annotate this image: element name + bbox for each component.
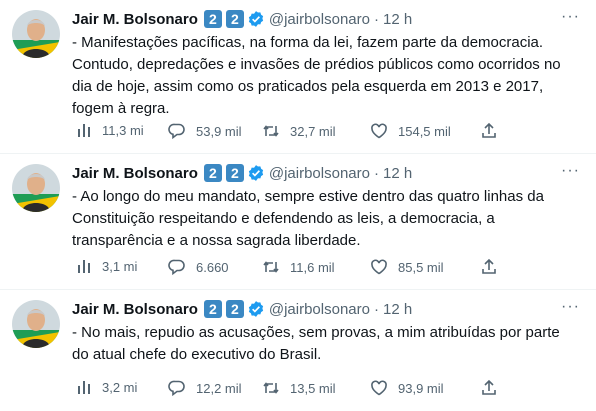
- digit-badge: 2: [225, 10, 244, 28]
- views-button[interactable]: 3,1 mi: [76, 258, 137, 274]
- author-name[interactable]: Jair M. Bolsonaro: [72, 165, 198, 182]
- reply-count: 53,9 mil: [196, 123, 242, 139]
- more-icon[interactable]: ···: [561, 9, 580, 25]
- share-icon: [480, 379, 498, 397]
- digit-badge: 2: [225, 300, 244, 318]
- digit-badge: 2: [203, 300, 222, 318]
- author-handle[interactable]: @jairbolsonaro: [269, 11, 370, 28]
- author-handle[interactable]: @jairbolsonaro: [269, 165, 370, 182]
- views-button[interactable]: 3,2 mi: [76, 379, 137, 395]
- separator-dot: ·: [373, 10, 379, 28]
- digit-badge: 2: [203, 164, 222, 182]
- avatar[interactable]: [12, 10, 60, 58]
- views-icon: [76, 258, 92, 274]
- reply-button[interactable]: 6.660: [168, 258, 229, 276]
- share-icon: [480, 122, 498, 140]
- digit-badge: 2: [203, 10, 222, 28]
- tweet-text: - No mais, repudio as acusações, sem pro…: [72, 324, 560, 363]
- retweet-icon: [262, 258, 280, 276]
- tweet-actions: 11,3 mi 53,9 mil 32,7 mil 154,5 mil: [72, 122, 512, 142]
- retweet-count: 32,7 mil: [290, 123, 336, 139]
- tweet-actions: 3,1 mi 6.660 11,6 mil 85,5 mil: [72, 258, 512, 278]
- more-icon[interactable]: ···: [561, 163, 580, 179]
- reply-icon: [168, 258, 186, 276]
- author-name[interactable]: Jair M. Bolsonaro: [72, 11, 198, 28]
- retweet-icon: [262, 379, 280, 397]
- views-icon: [76, 379, 92, 395]
- views-count: 3,1 mi: [102, 258, 138, 274]
- share-button[interactable]: [480, 379, 498, 397]
- reply-icon: [168, 379, 186, 397]
- tweet[interactable]: Jair M. Bolsonaro 2 2 @jairbolsonaro · 1…: [0, 154, 596, 290]
- retweet-icon: [262, 122, 280, 140]
- retweet-count: 11,6 mil: [290, 259, 335, 275]
- timestamp[interactable]: 12 h: [383, 301, 412, 318]
- tweet-text: - Manifestações pacíficas, na forma da l…: [72, 34, 561, 117]
- verified-icon: [247, 300, 265, 318]
- share-button[interactable]: [480, 122, 498, 140]
- views-count: 3,2 mi: [102, 379, 138, 395]
- views-icon: [76, 122, 92, 138]
- retweet-button[interactable]: 32,7 mil: [262, 122, 336, 140]
- timestamp[interactable]: 12 h: [383, 11, 412, 28]
- like-button[interactable]: 154,5 mil: [370, 122, 451, 140]
- avatar[interactable]: [12, 300, 60, 348]
- like-icon: [370, 122, 388, 140]
- like-count: 85,5 mil: [398, 259, 444, 275]
- views-button[interactable]: 11,3 mi: [76, 122, 144, 138]
- reply-count: 6.660: [196, 259, 229, 275]
- verified-icon: [247, 10, 265, 28]
- verified-icon: [247, 164, 265, 182]
- like-button[interactable]: 85,5 mil: [370, 258, 444, 276]
- reply-button[interactable]: 12,2 mil: [168, 379, 242, 397]
- reply-count: 12,2 mil: [196, 380, 242, 396]
- tweet[interactable]: Jair M. Bolsonaro 2 2 @jairbolsonaro · 1…: [0, 290, 596, 411]
- reply-icon: [168, 122, 186, 140]
- tweet[interactable]: Jair M. Bolsonaro 2 2 @jairbolsonaro · 1…: [0, 0, 596, 154]
- like-button[interactable]: 93,9 mil: [370, 379, 444, 397]
- avatar[interactable]: [12, 164, 60, 212]
- retweet-button[interactable]: 13,5 mil: [262, 379, 336, 397]
- views-count: 11,3 mi: [102, 122, 144, 138]
- like-count: 154,5 mil: [398, 123, 451, 139]
- author-handle[interactable]: @jairbolsonaro: [269, 301, 370, 318]
- retweet-button[interactable]: 11,6 mil: [262, 258, 335, 276]
- like-count: 93,9 mil: [398, 380, 444, 396]
- author-name[interactable]: Jair M. Bolsonaro: [72, 301, 198, 318]
- timestamp[interactable]: 12 h: [383, 165, 412, 182]
- separator-dot: ·: [373, 164, 379, 182]
- digit-badge: 2: [225, 164, 244, 182]
- like-icon: [370, 379, 388, 397]
- tweet-text: - Ao longo do meu mandato, sempre estive…: [72, 188, 544, 249]
- like-icon: [370, 258, 388, 276]
- retweet-count: 13,5 mil: [290, 380, 336, 396]
- reply-button[interactable]: 53,9 mil: [168, 122, 242, 140]
- share-button[interactable]: [480, 258, 498, 276]
- more-icon[interactable]: ···: [561, 299, 580, 315]
- tweet-actions: 3,2 mi 12,2 mil 13,5 mil 93,9 mil: [72, 379, 512, 399]
- separator-dot: ·: [373, 300, 379, 318]
- share-icon: [480, 258, 498, 276]
